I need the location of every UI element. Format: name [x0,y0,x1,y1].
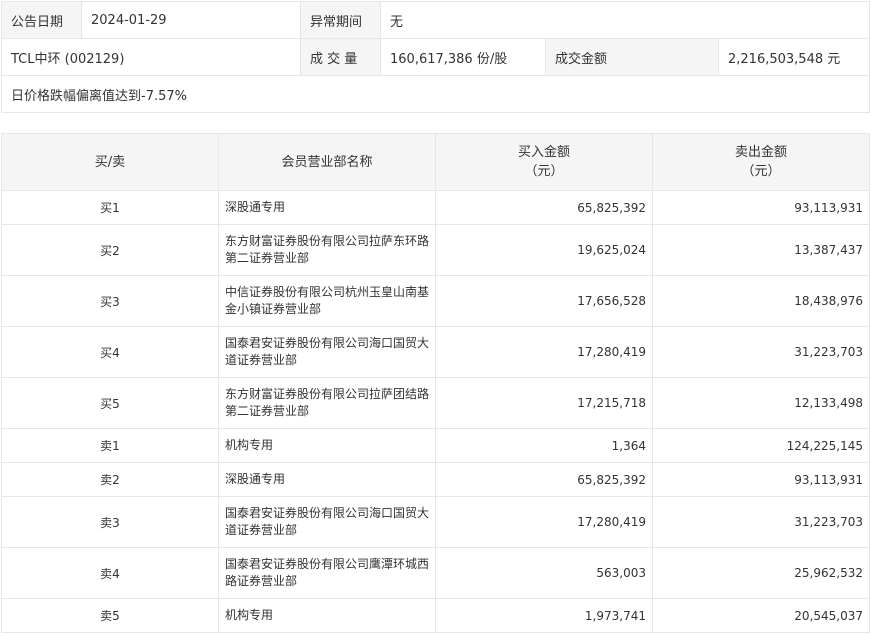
buy-amount-cell: 17,280,419 [435,496,653,548]
direction-cell: 买5 [1,377,219,429]
buy-amount-cell: 65,825,392 [435,462,653,497]
period-label: 异常期间 [300,1,381,39]
table-row: 卖5 机构专用 1,973,741 20,545,037 [1,598,870,633]
buy-amount-cell: 65,825,392 [435,190,653,225]
broker-name-cell: 深股通专用 [218,462,436,497]
date-label: 公告日期 [1,1,82,39]
direction-cell: 买2 [1,224,219,276]
sell-amount-cell: 31,223,703 [652,326,870,378]
sell-amount-cell: 18,438,976 [652,275,870,327]
announcement-info-table: 公告日期 2024-01-29 异常期间 无 TCL中环 (002129) 成 … [1,1,870,113]
amount-value: 2,216,503,548 元 [718,38,870,76]
direction-cell: 卖5 [1,598,219,633]
sell-amount-cell: 12,133,498 [652,377,870,429]
volume-value: 160,617,386 份/股 [380,38,546,76]
header-buy-amount: 买入金额 （元） [435,133,653,191]
buy-amount-cell: 17,656,528 [435,275,653,327]
buy-amount-cell: 563,003 [435,547,653,599]
broker-trade-table: 买/卖 会员营业部名称 买入金额 （元） 卖出金额 （元） 买1 深股通专用 65,… [1,133,870,633]
date-value: 2024-01-29 [81,1,301,39]
broker-name-cell: 深股通专用 [218,190,436,225]
header-sell-amount: 卖出金额 （元） [652,133,870,191]
direction-cell: 卖4 [1,547,219,599]
sell-amount-cell: 93,113,931 [652,190,870,225]
sell-amount-cell: 20,545,037 [652,598,870,633]
header-direction: 买/卖 [1,133,219,191]
buy-amount-cell: 1,364 [435,428,653,463]
table-row: 买3 中信证券股份有限公司杭州玉皇山南基金小镇证券营业部 17,656,528 18,… [1,275,870,327]
broker-name-cell: 国泰君安证券股份有限公司海口国贸大道证券营业部 [218,326,436,378]
info-row-date: 公告日期 2024-01-29 异常期间 无 [1,1,870,39]
broker-name-cell: 东方财富证券股份有限公司拉萨团结路第二证券营业部 [218,377,436,429]
info-row-remark: 日价格跌幅偏离值达到-7.57% [1,75,870,113]
stock-name: TCL中环 (002129) [1,38,301,76]
sell-amount-cell: 31,223,703 [652,496,870,548]
buy-amount-cell: 1,973,741 [435,598,653,633]
direction-cell: 卖1 [1,428,219,463]
direction-cell: 买4 [1,326,219,378]
table-header-row: 买/卖 会员营业部名称 买入金额 （元） 卖出金额 （元） [1,133,870,191]
broker-name-cell: 中信证券股份有限公司杭州玉皇山南基金小镇证券营业部 [218,275,436,327]
buy-amount-cell: 17,280,419 [435,326,653,378]
direction-cell: 卖2 [1,462,219,497]
deviation-remark: 日价格跌幅偏离值达到-7.57% [1,75,870,113]
table-row: 买2 东方财富证券股份有限公司拉萨东环路第二证券营业部 19,625,024 13,3… [1,224,870,276]
broker-name-cell: 国泰君安证券股份有限公司鹰潭环城西路证券营业部 [218,547,436,599]
buy-amount-cell: 17,215,718 [435,377,653,429]
header-broker-name: 会员营业部名称 [218,133,436,191]
sell-amount-cell: 25,962,532 [652,547,870,599]
buy-amount-cell: 19,625,024 [435,224,653,276]
broker-name-cell: 东方财富证券股份有限公司拉萨东环路第二证券营业部 [218,224,436,276]
table-row: 卖2 深股通专用 65,825,392 93,113,931 [1,462,870,497]
volume-label: 成 交 量 [300,38,381,76]
table-row: 买5 东方财富证券股份有限公司拉萨团结路第二证券营业部 17,215,718 12,1… [1,377,870,429]
direction-cell: 卖3 [1,496,219,548]
broker-name-cell: 机构专用 [218,428,436,463]
period-value: 无 [380,1,870,39]
sell-amount-cell: 13,387,437 [652,224,870,276]
table-row: 买4 国泰君安证券股份有限公司海口国贸大道证券营业部 17,280,419 31,22… [1,326,870,378]
broker-name-cell: 国泰君安证券股份有限公司海口国贸大道证券营业部 [218,496,436,548]
direction-cell: 买1 [1,190,219,225]
sell-amount-cell: 93,113,931 [652,462,870,497]
sell-amount-cell: 124,225,145 [652,428,870,463]
amount-label: 成交金额 [545,38,719,76]
info-row-volume: TCL中环 (002129) 成 交 量 160,617,386 份/股 成交金… [1,38,870,76]
table-row: 买1 深股通专用 65,825,392 93,113,931 [1,190,870,225]
table-row: 卖3 国泰君安证券股份有限公司海口国贸大道证券营业部 17,280,419 31,22… [1,496,870,548]
table-row: 卖4 国泰君安证券股份有限公司鹰潭环城西路证券营业部 563,003 25,962,5… [1,547,870,599]
direction-cell: 买3 [1,275,219,327]
broker-name-cell: 机构专用 [218,598,436,633]
table-row: 卖1 机构专用 1,364 124,225,145 [1,428,870,463]
